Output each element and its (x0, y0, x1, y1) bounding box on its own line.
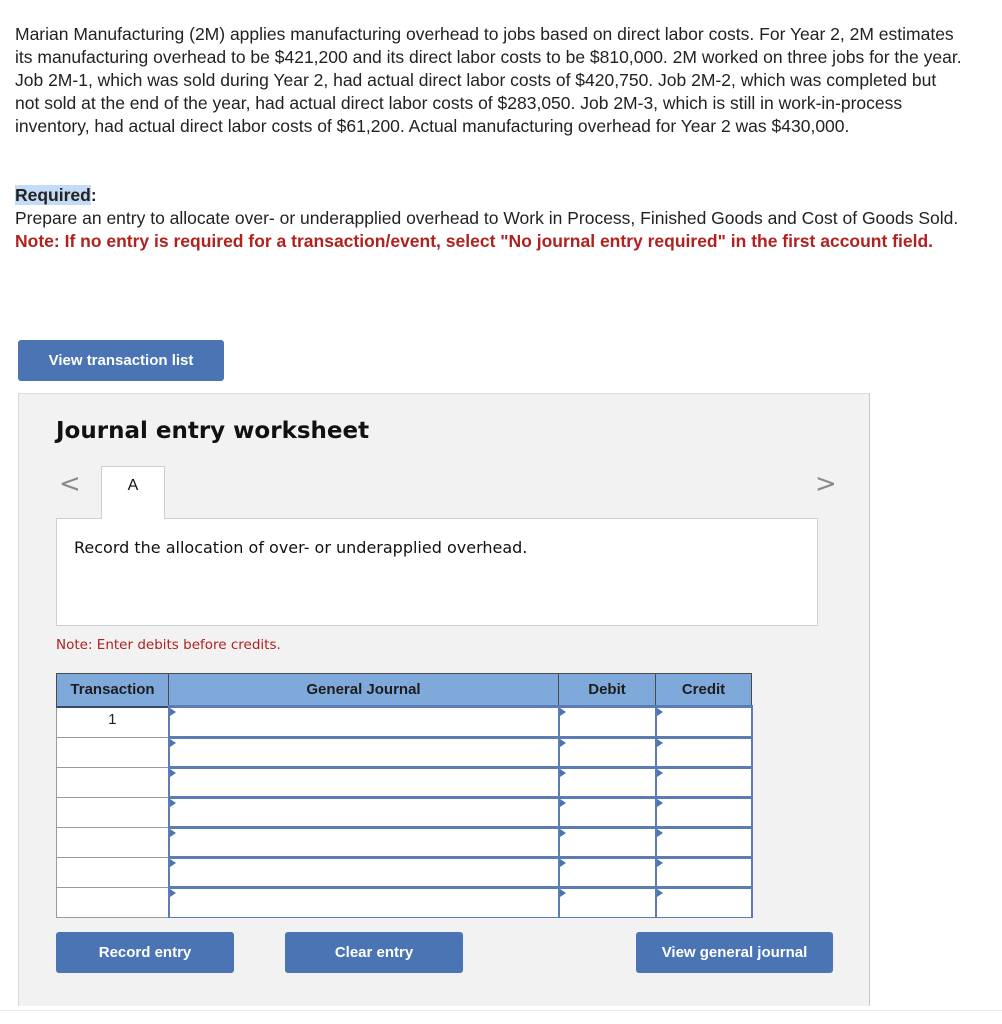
dropdown-flag-icon (656, 768, 663, 777)
chevron-right-icon[interactable]: > (815, 469, 837, 499)
transaction-number (56, 826, 169, 858)
dropdown-flag-icon (559, 888, 566, 897)
problem-statement: Marian Manufacturing (2M) applies manufa… (15, 24, 962, 136)
account-field[interactable] (167, 735, 560, 768)
dropdown-flag-icon (169, 738, 176, 747)
credit-field[interactable] (654, 825, 753, 858)
journal-entry-worksheet: Journal entry worksheet < > A Record the… (18, 393, 870, 1006)
transaction-number (56, 856, 169, 888)
dropdown-flag-icon (169, 708, 176, 716)
dropdown-flag-icon (656, 738, 663, 747)
account-field[interactable] (167, 765, 560, 798)
credit-field[interactable] (654, 795, 753, 828)
dropdown-flag-icon (169, 798, 176, 807)
chevron-left-icon[interactable]: < (59, 469, 81, 499)
account-field[interactable] (167, 885, 560, 918)
dropdown-flag-icon (559, 768, 566, 777)
transaction-number (56, 736, 169, 768)
header-credit: Credit (655, 673, 752, 708)
clear-entry-button[interactable]: Clear entry (285, 932, 463, 973)
table-row (56, 825, 753, 858)
required-colon: : (90, 185, 97, 205)
credit-field[interactable] (654, 765, 753, 798)
transaction-number (56, 796, 169, 828)
record-entry-button[interactable]: Record entry (56, 932, 234, 973)
footer-divider (0, 1010, 1002, 1011)
dropdown-flag-icon (559, 708, 566, 716)
table-row (56, 795, 753, 828)
credit-field[interactable] (654, 705, 753, 738)
dropdown-flag-icon (559, 858, 566, 867)
table-row (56, 855, 753, 888)
debit-field[interactable] (557, 885, 657, 918)
transaction-number (56, 886, 169, 918)
dropdown-flag-icon (559, 828, 566, 837)
credit-field[interactable] (654, 735, 753, 768)
dropdown-flag-icon (169, 768, 176, 777)
view-general-journal-button[interactable]: View general journal (636, 932, 833, 973)
debit-field[interactable] (557, 705, 657, 738)
header-general-journal: General Journal (168, 673, 559, 708)
header-debit: Debit (558, 673, 656, 708)
transaction-number (56, 766, 169, 798)
table-row (56, 765, 753, 798)
dropdown-flag-icon (656, 858, 663, 867)
transaction-description: Record the allocation of over- or undera… (74, 538, 528, 557)
dropdown-flag-icon (656, 828, 663, 837)
required-label: Required (15, 185, 91, 205)
dropdown-flag-icon (559, 798, 566, 807)
account-field[interactable] (167, 855, 560, 888)
debit-field[interactable] (557, 825, 657, 858)
transaction-number: 1 (56, 706, 169, 738)
required-note: Note: If no entry is required for a tran… (15, 231, 934, 251)
required-section: Required: Prepare an entry to allocate o… (15, 184, 965, 253)
account-field[interactable] (167, 795, 560, 828)
view-transaction-list-button[interactable]: View transaction list (18, 340, 224, 381)
account-field[interactable] (167, 705, 560, 738)
tab-a[interactable]: A (101, 466, 165, 519)
table-row (56, 735, 753, 768)
debit-field[interactable] (557, 735, 657, 768)
journal-header-row: Transaction General Journal Debit Credit (56, 673, 752, 708)
dropdown-flag-icon (656, 708, 663, 716)
credit-field[interactable] (654, 855, 753, 888)
dropdown-flag-icon (169, 888, 176, 897)
journal-table: Transaction General Journal Debit Credit… (56, 673, 753, 918)
debit-field[interactable] (557, 795, 657, 828)
table-row (56, 885, 753, 918)
transaction-description-box: Record the allocation of over- or undera… (56, 518, 818, 626)
credit-field[interactable] (654, 885, 753, 918)
table-row: 1 (56, 705, 753, 738)
entry-note: Note: Enter debits before credits. (56, 637, 281, 653)
dropdown-flag-icon (169, 828, 176, 837)
dropdown-flag-icon (559, 738, 566, 747)
required-instruction: Prepare an entry to allocate over- or un… (15, 208, 959, 228)
header-transaction: Transaction (56, 673, 169, 708)
worksheet-title: Journal entry worksheet (56, 418, 370, 444)
debit-field[interactable] (557, 765, 657, 798)
account-field[interactable] (167, 825, 560, 858)
debit-field[interactable] (557, 855, 657, 888)
dropdown-flag-icon (656, 798, 663, 807)
dropdown-flag-icon (656, 888, 663, 897)
dropdown-flag-icon (169, 858, 176, 867)
